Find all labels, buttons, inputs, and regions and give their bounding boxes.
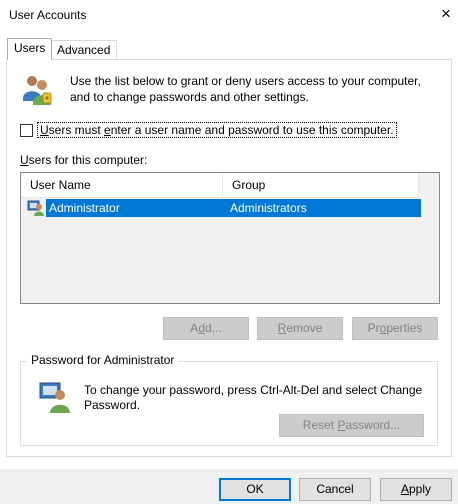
tab-advanced[interactable]: Advanced (50, 40, 118, 60)
add-button-text-2: d... (205, 321, 222, 335)
require-login-text-1: sers must (48, 123, 105, 137)
remove-button-accel: R (277, 321, 287, 335)
reset-button-text-1: Reset (302, 418, 338, 432)
properties-button-text-1: Pr (367, 321, 380, 335)
users-listview[interactable]: User Name Group Administrator Administra… (20, 172, 440, 304)
tab-users-label: Users (14, 41, 46, 55)
user-icon (27, 199, 45, 217)
remove-button-text: emove (286, 321, 323, 335)
cancel-button[interactable]: Cancel (299, 478, 371, 501)
remove-button[interactable]: Remove (257, 317, 343, 340)
user-password-icon (38, 380, 72, 414)
intro-line-2: and to change passwords and other settin… (70, 90, 309, 104)
password-info-line-1: To change your password, press Ctrl-Alt-… (84, 383, 423, 397)
cell-group: Administrators (230, 201, 307, 215)
intro-line-1: Use the list below to grant or deny user… (70, 74, 421, 88)
title-bar: User Accounts × (0, 0, 458, 30)
password-group-title: Password for Administrator (27, 353, 179, 368)
tab-users[interactable]: Users (7, 38, 53, 60)
require-login-text-2: nter a user name and password to use thi… (110, 123, 394, 137)
table-row[interactable]: Administrator Administrators (22, 199, 421, 217)
apply-button[interactable]: Apply (380, 478, 452, 501)
apply-button-text: pply (409, 482, 432, 496)
properties-button[interactable]: Properties (352, 317, 438, 340)
require-login-accel: U (40, 123, 49, 137)
password-info-line-2: Password. (84, 398, 141, 412)
window-title: User Accounts (9, 8, 87, 22)
apply-button-accel: A (400, 482, 409, 496)
close-icon[interactable]: × (436, 4, 456, 24)
listview-header: User Name Group (21, 173, 419, 198)
add-button[interactable]: Add... (163, 317, 249, 340)
listview-scroll-area (419, 173, 439, 303)
users-list-label: Users for this computer: (20, 152, 147, 168)
require-login-checkbox[interactable] (20, 124, 33, 137)
users-list-label-text: sers for this computer: (28, 153, 148, 167)
cell-user-name: Administrator (49, 201, 120, 215)
reset-password-button[interactable]: Reset Password... (279, 414, 424, 437)
tab-advanced-label: Advanced (57, 43, 111, 57)
column-group[interactable]: Group (223, 173, 419, 197)
users-icon (20, 72, 54, 106)
require-login-accel-e: e (104, 123, 111, 137)
require-login-label[interactable]: Users must enter a user name and passwor… (37, 122, 397, 138)
add-button-accel: d (198, 321, 205, 335)
users-list-label-accel: U (20, 153, 29, 167)
column-user-name[interactable]: User Name (21, 173, 222, 197)
reset-button-accel: P (337, 418, 346, 432)
reset-button-text-2: assword... (345, 418, 401, 432)
properties-button-text-2: perties (386, 321, 423, 335)
ok-button[interactable]: OK (219, 478, 291, 501)
